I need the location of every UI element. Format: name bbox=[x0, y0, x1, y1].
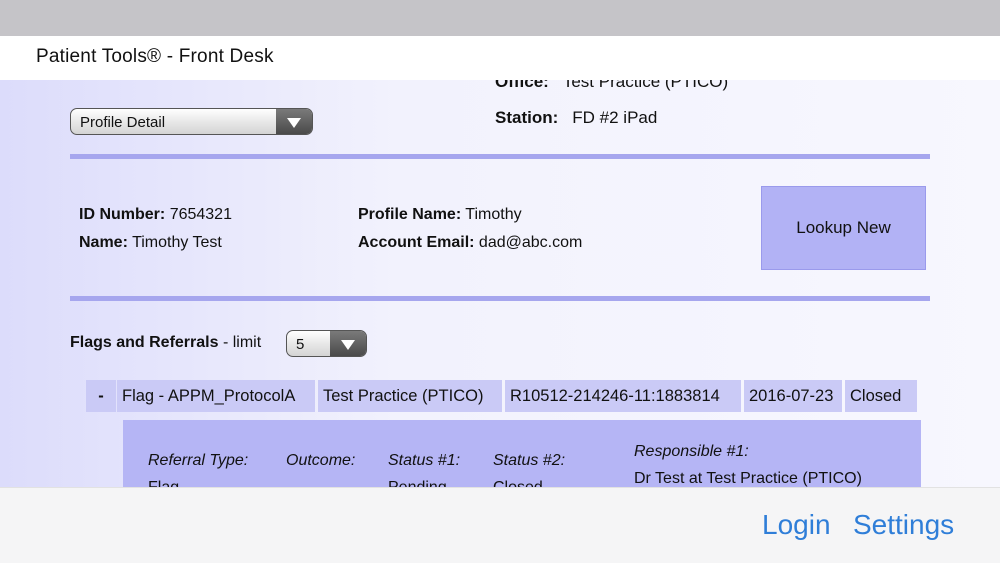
status-bar bbox=[0, 0, 1000, 36]
flag-reference: R10512-214246-11:1883814 bbox=[505, 380, 741, 412]
status2-value: Closed bbox=[493, 479, 543, 487]
responsible-label: Responsible #1: bbox=[634, 443, 749, 460]
status2-label: Status #2: bbox=[493, 452, 566, 469]
lookup-new-button[interactable]: Lookup New bbox=[761, 186, 926, 270]
app-title: Patient Tools® - Front Desk bbox=[36, 46, 274, 67]
flag-type: Flag - APPM_ProtocolA bbox=[117, 380, 315, 412]
office-value: Test Practice (PTICO) bbox=[562, 80, 729, 91]
chevron-down-icon[interactable] bbox=[330, 331, 366, 356]
name-value: Timothy Test bbox=[132, 234, 222, 251]
outcome-label: Outcome: bbox=[286, 452, 356, 469]
referral-type-value: Flag bbox=[148, 479, 179, 487]
account-email-value: dad@abc.com bbox=[478, 234, 583, 251]
limit-select[interactable]: 5 bbox=[286, 330, 367, 357]
limit-select-value: 5 bbox=[296, 336, 305, 353]
view-select-value: Profile Detail bbox=[80, 114, 166, 131]
profile-name-value: Timothy bbox=[465, 206, 522, 223]
collapse-toggle[interactable]: - bbox=[86, 380, 116, 412]
flag-date: 2016-07-23 bbox=[744, 380, 842, 412]
flag-practice: Test Practice (PTICO) bbox=[318, 380, 502, 412]
account-email: Account Email: dad@abc.com bbox=[358, 234, 582, 252]
station-label: Station: bbox=[495, 108, 559, 127]
login-button[interactable]: Login bbox=[762, 509, 831, 541]
station-info: Station: FD #2 iPad bbox=[495, 108, 657, 128]
id-number-label: ID Number: bbox=[79, 206, 166, 223]
office-label: Office: bbox=[495, 80, 549, 91]
patient-name: Name: Timothy Test bbox=[79, 234, 222, 252]
id-number-value: 7654321 bbox=[169, 206, 232, 223]
view-select[interactable]: Profile Detail bbox=[70, 108, 313, 135]
title-bar: Patient Tools® - Front Desk bbox=[0, 36, 1000, 80]
flag-status: Closed bbox=[845, 380, 917, 412]
referral-detail: Referral Type: Flag Outcome: Status #1: … bbox=[123, 420, 921, 487]
referral-type-label: Referral Type: bbox=[148, 452, 249, 469]
office-info: Office: Test Practice (PTICO) bbox=[495, 80, 728, 92]
separator-middle bbox=[70, 296, 930, 301]
profile-name-label: Profile Name: bbox=[358, 206, 462, 223]
name-label: Name: bbox=[79, 234, 128, 251]
station-value: FD #2 iPad bbox=[572, 108, 658, 127]
profile-name: Profile Name: Timothy bbox=[358, 206, 522, 224]
bottom-toolbar: Login Settings bbox=[0, 487, 1000, 563]
settings-button[interactable]: Settings bbox=[853, 509, 954, 541]
flags-heading: Flags and Referrals - limit bbox=[70, 334, 261, 352]
status1-label: Status #1: bbox=[388, 452, 461, 469]
main-content[interactable]: Office: Test Practice (PTICO) Station: FD … bbox=[0, 80, 1000, 487]
status1-value: Pending bbox=[388, 479, 447, 487]
responsible-value: Dr Test at Test Practice (PTICO) bbox=[634, 470, 862, 487]
flags-title: Flags and Referrals bbox=[70, 334, 219, 351]
separator-top bbox=[70, 154, 930, 159]
id-number: ID Number: 7654321 bbox=[79, 206, 232, 224]
limit-label: - limit bbox=[222, 334, 262, 351]
account-email-label: Account Email: bbox=[358, 234, 475, 251]
chevron-down-icon[interactable] bbox=[276, 109, 312, 134]
